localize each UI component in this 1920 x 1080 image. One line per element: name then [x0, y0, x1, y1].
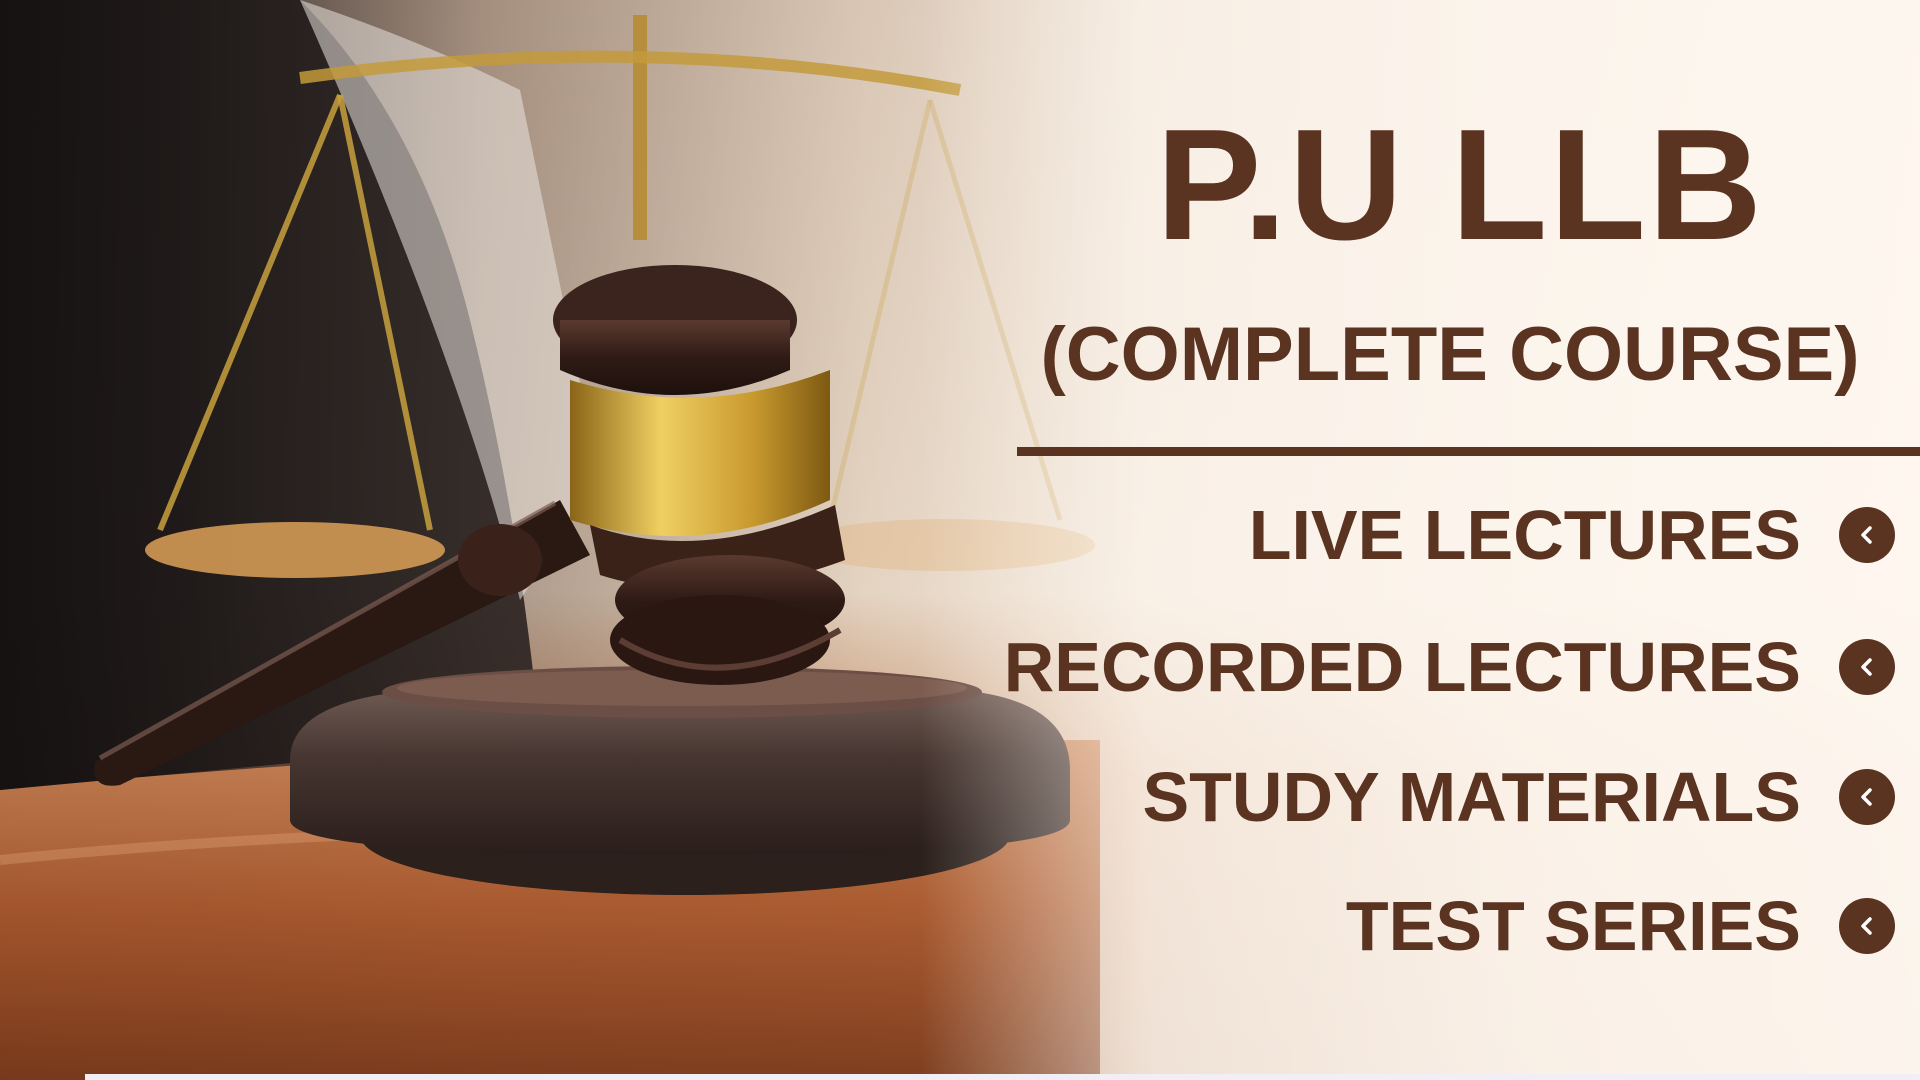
- course-banner: P.U LLB (COMPLETE COURSE) LIVE LECTURES …: [0, 0, 1920, 1080]
- feature-item-study-materials: STUDY MATERIALS: [1142, 757, 1895, 837]
- feature-item-live-lectures: LIVE LECTURES: [1249, 495, 1895, 575]
- feature-label: RECORDED LECTURES: [1003, 628, 1801, 706]
- feature-label: STUDY MATERIALS: [1142, 758, 1801, 836]
- feature-item-recorded-lectures: RECORDED LECTURES: [1004, 627, 1895, 707]
- course-subtitle: (COMPLETE COURSE): [1040, 312, 1860, 397]
- chevron-left-icon: [1839, 898, 1895, 954]
- chevron-left-icon: [1839, 507, 1895, 563]
- bottom-strip: [85, 1074, 1920, 1080]
- feature-item-test-series: TEST SERIES: [1346, 886, 1895, 966]
- chevron-left-icon: [1839, 769, 1895, 825]
- feature-label: LIVE LECTURES: [1248, 496, 1801, 574]
- feature-label: TEST SERIES: [1345, 887, 1801, 965]
- chevron-left-icon: [1839, 639, 1895, 695]
- course-title: P.U LLB: [1155, 97, 1765, 273]
- divider: [1017, 447, 1920, 456]
